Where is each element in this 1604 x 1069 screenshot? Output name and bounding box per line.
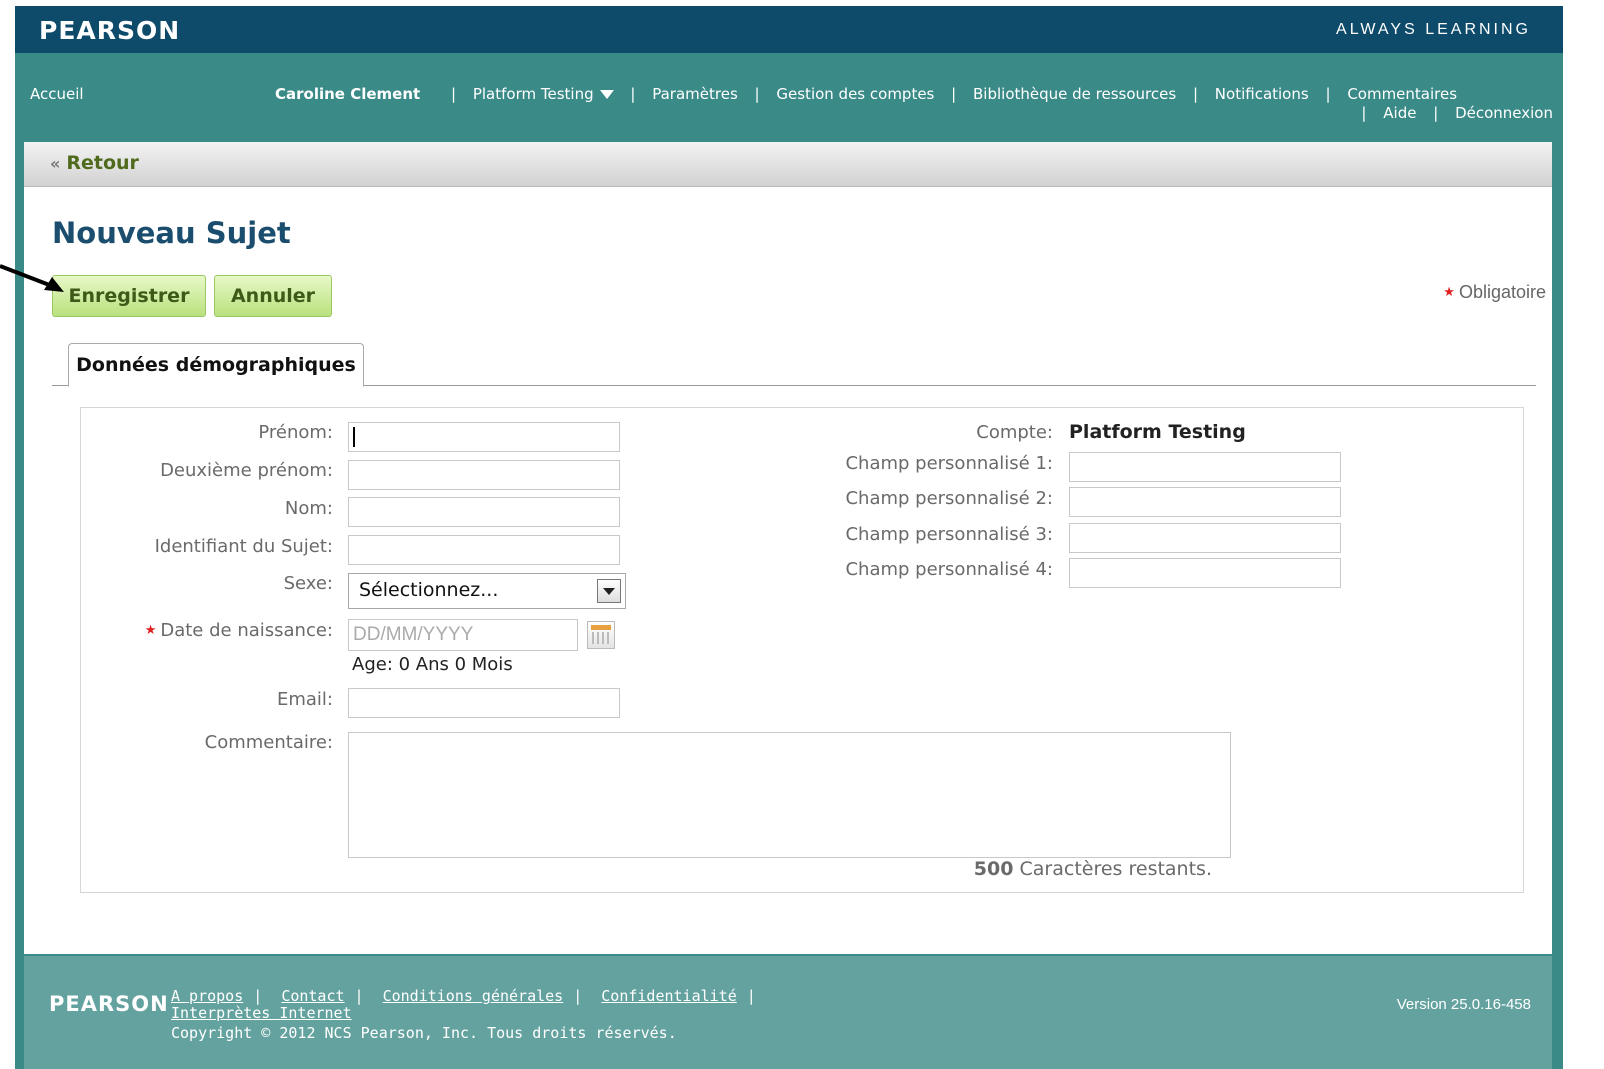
dob-input[interactable]: DD/MM/YYYY [348,619,578,651]
tab-demographics[interactable]: Données démographiques [68,343,364,387]
nav-separator: | [451,85,457,103]
required-star-icon: ★ [1443,284,1455,299]
first-name-label: Prénom: [258,422,333,443]
page-title: Nouveau Sujet [52,216,291,250]
nav-separator: | [951,85,957,103]
footer-copyright: Copyright © 2012 NCS Pearson, Inc. Tous … [171,1024,677,1042]
email-input[interactable] [348,688,620,718]
custom-field-2-label: Champ personnalisé 2: [845,488,1053,509]
nav-home-link[interactable]: Accueil [30,85,84,103]
nav-item-parametres[interactable]: Paramètres [652,85,738,103]
subject-id-label: Identifiant du Sujet: [154,536,333,557]
footer-version: Version 25.0.16-458 [1396,996,1531,1013]
nav-item-bibliotheque[interactable]: Bibliothèque de ressources [973,85,1176,103]
nav-links-line2: | Aide | Déconnexion [1349,104,1553,122]
pearson-logo: PEARSON [39,16,181,45]
nav-separator: | [1361,104,1367,122]
save-button[interactable]: Enregistrer [52,275,206,317]
required-legend-text: Obligatoire [1458,282,1546,302]
nav-separator: | [1433,104,1439,122]
custom-field-4-input[interactable] [1069,558,1341,588]
nav-item-commentaires[interactable]: Commentaires [1347,85,1457,103]
cancel-button[interactable]: Annuler [214,275,332,317]
custom-field-4-label: Champ personnalisé 4: [845,559,1053,580]
subject-id-input[interactable] [348,535,620,565]
nav-links: | Platform Testing | Paramètres | Gestio… [451,85,1457,103]
footer-separator: | [573,987,583,1005]
footer-logo: PEARSON [49,992,169,1016]
page-footer: PEARSON A propos | Contact | Conditions gé… [24,956,1552,1069]
nav-user-name: Caroline Clement [275,85,421,103]
gender-select-value: Sélectionnez... [359,579,499,601]
custom-field-2-input[interactable] [1069,487,1341,517]
footer-link-conditions[interactable]: Conditions générales [383,987,564,1005]
dropdown-arrow-icon[interactable] [597,579,621,603]
footer-link-confidentialite[interactable]: Confidentialité [601,987,736,1005]
footer-separator: | [746,987,756,1005]
double-chevron-left-icon: « [50,154,61,173]
main-nav: Accueil Caroline Clement | Platform Test… [15,53,1563,139]
main-content: « Retour Nouveau Sujet Enregistrer Annule… [24,142,1552,954]
nav-separator: | [754,85,760,103]
footer-link-contact[interactable]: Contact [281,987,344,1005]
nav-separator: | [630,85,636,103]
middle-name-label: Deuxième prénom: [160,460,333,481]
account-value: Platform Testing [1069,421,1246,443]
calendar-icon[interactable] [587,621,615,649]
back-link[interactable]: « Retour [50,152,139,174]
last-name-input[interactable] [348,497,620,527]
app-frame: PEARSON ALWAYS LEARNING Accueil Caroline… [15,6,1563,1069]
custom-field-3-label: Champ personnalisé 3: [845,524,1053,545]
comment-label: Commentaire: [204,732,333,753]
custom-field-3-input[interactable] [1069,523,1341,553]
age-text: Age: 0 Ans 0 Mois [352,654,513,675]
dob-label-text: Date de naissance: [160,620,333,641]
footer-separator: | [354,987,364,1005]
account-label: Compte: [976,422,1053,443]
annotation-arrow-icon [0,264,64,292]
middle-name-input[interactable] [348,460,620,490]
nav-item-gestion-comptes[interactable]: Gestion des comptes [776,85,934,103]
footer-link-interpretes[interactable]: Interprètes Internet [171,1004,352,1022]
nav-separator: | [1325,85,1331,103]
chars-remaining: 500 Caractères restants. [974,858,1212,880]
nav-item-notifications[interactable]: Notifications [1215,85,1309,103]
demographics-form: Prénom: Deuxième prénom: Nom: Identifian… [80,407,1524,893]
nav-item-aide[interactable]: Aide [1383,104,1416,122]
text-cursor [353,427,355,447]
nav-item-label: Platform Testing [472,85,594,103]
footer-links: A propos | Contact | Conditions générales |… [171,988,766,1004]
footer-separator: | [253,987,263,1005]
custom-field-1-input[interactable] [1069,452,1341,482]
nav-item-platform-testing[interactable]: Platform Testing [473,85,614,103]
comment-textarea[interactable] [348,732,1231,858]
top-header: PEARSON ALWAYS LEARNING [15,6,1563,53]
required-legend: ★ Obligatoire [1443,282,1546,303]
email-label: Email: [276,689,333,710]
chars-count: 500 [973,858,1014,880]
footer-link-a-propos[interactable]: A propos [171,987,243,1005]
back-bar: « Retour [24,142,1552,187]
dob-label: ★ Date de naissance: [145,620,333,641]
nav-separator: | [1192,85,1199,103]
chars-text: Caractères restants. [1013,858,1213,880]
last-name-label: Nom: [284,498,333,519]
back-label: Retour [66,152,139,174]
required-star-icon: ★ [144,623,157,638]
gender-label: Sexe: [283,573,333,594]
tagline: ALWAYS LEARNING [1336,21,1531,38]
dob-placeholder: DD/MM/YYYY [353,624,474,645]
gender-select[interactable]: Sélectionnez... [348,573,626,609]
first-name-input[interactable] [348,422,620,452]
caret-down-icon [599,90,614,99]
nav-item-deconnexion[interactable]: Déconnexion [1455,104,1553,122]
custom-field-1-label: Champ personnalisé 1: [845,453,1053,474]
